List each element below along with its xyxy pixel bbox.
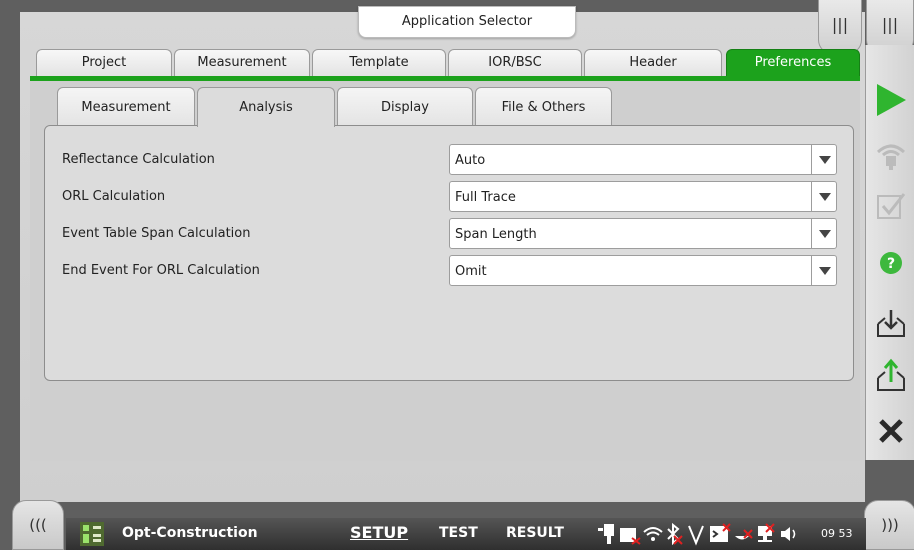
status-bar: Opt-Construction SETUP TEST RESULT 09 53 (66, 518, 866, 550)
open-button[interactable] (866, 348, 914, 398)
voltage-icon (688, 525, 704, 546)
orl-calculation-select[interactable]: Full Trace (449, 181, 837, 212)
tab-ior-bsc[interactable]: IOR/BSC (448, 49, 582, 77)
help-button[interactable]: ? (866, 238, 914, 288)
setting-label: Event Table Span Calculation (62, 226, 251, 241)
select-value: Full Trace (455, 190, 516, 205)
tab-template[interactable]: Template (312, 49, 446, 77)
start-button[interactable] (866, 75, 914, 125)
end-event-orl-select[interactable]: Omit (449, 255, 837, 286)
power-plug-icon (598, 524, 614, 544)
setting-label: ORL Calculation (62, 189, 166, 204)
right-sidebar: ? (865, 45, 914, 460)
scroll-right-button[interactable]: ))) (864, 500, 914, 550)
app-name: Opt-Construction (122, 525, 258, 541)
subtab-analysis[interactable]: Analysis (197, 87, 335, 127)
panel-toggle-left-button[interactable]: ||| (818, 0, 862, 54)
camera-icon (620, 528, 641, 545)
tab-project[interactable]: Project (36, 49, 172, 77)
clock: 09 53 (821, 527, 853, 540)
analysis-settings-box: Reflectance Calculation Auto ORL Calcula… (44, 125, 854, 381)
subtab-display[interactable]: Display (337, 87, 473, 125)
open-icon (877, 358, 905, 391)
laser-icon (876, 144, 906, 170)
subtab-file-others[interactable]: File & Others (475, 87, 612, 125)
laser-button[interactable] (866, 130, 914, 180)
reflectance-calculation-select[interactable]: Auto (449, 144, 837, 175)
setting-label: Reflectance Calculation (62, 152, 215, 167)
chevron-down-icon[interactable] (811, 145, 836, 174)
application-selector-button[interactable]: Application Selector (358, 6, 576, 38)
setting-row-end-event: End Event For ORL Calculation Omit (45, 255, 853, 287)
event-table-span-select[interactable]: Span Length (449, 218, 837, 249)
setting-row-event-table-span: Event Table Span Calculation Span Length (45, 218, 853, 250)
satellite-icon (735, 529, 753, 540)
checklist-button[interactable] (866, 180, 914, 230)
network-icon (758, 523, 775, 542)
tab-measurement[interactable]: Measurement (174, 49, 310, 77)
app-icon (80, 522, 104, 546)
subtab-measurement[interactable]: Measurement (57, 87, 195, 125)
start-icon (877, 84, 906, 116)
setting-row-reflectance: Reflectance Calculation Auto (45, 144, 853, 176)
nav-setup[interactable]: SETUP (350, 523, 408, 542)
terminal-icon (710, 523, 731, 542)
tab-preferences[interactable]: Preferences (726, 49, 860, 77)
nav-result[interactable]: RESULT (506, 525, 564, 541)
select-value: Omit (455, 264, 487, 279)
save-button[interactable] (866, 298, 914, 348)
chevron-down-icon[interactable] (811, 219, 836, 248)
select-value: Auto (455, 153, 486, 168)
chevron-down-icon[interactable] (811, 256, 836, 285)
checklist-icon (877, 193, 906, 219)
wifi-icon (643, 527, 663, 541)
close-icon (879, 419, 903, 443)
help-icon: ? (880, 252, 902, 274)
nav-test[interactable]: TEST (439, 525, 478, 541)
setting-label: End Event For ORL Calculation (62, 263, 260, 278)
preferences-panel: Measurement Analysis Display File & Othe… (30, 81, 860, 461)
select-value: Span Length (455, 227, 537, 242)
close-button[interactable] (866, 405, 914, 455)
speaker-icon (781, 527, 796, 541)
svg-text:?: ? (887, 256, 895, 272)
setting-row-orl: ORL Calculation Full Trace (45, 181, 853, 213)
tab-header[interactable]: Header (584, 49, 722, 77)
save-icon (877, 310, 905, 337)
bluetooth-icon (667, 522, 683, 546)
scroll-left-button[interactable]: ((( (12, 500, 64, 550)
chevron-down-icon[interactable] (811, 182, 836, 211)
